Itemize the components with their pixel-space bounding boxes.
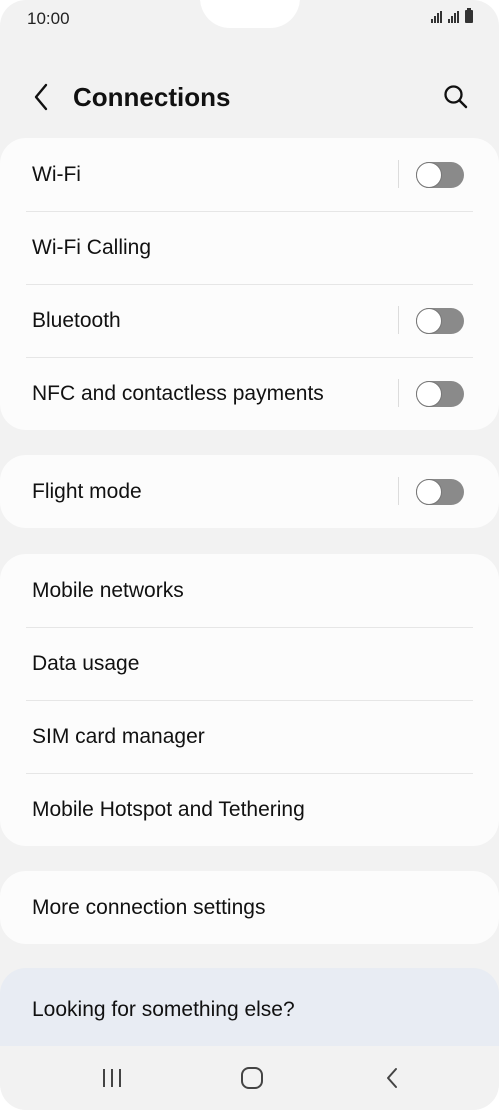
- setting-label: NFC and contactless payments: [32, 381, 324, 405]
- signal-icon: [431, 11, 442, 23]
- setting-row-hotspot[interactable]: Mobile Hotspot and Tethering: [0, 773, 499, 846]
- back-icon: [387, 1068, 397, 1088]
- search-button[interactable]: [441, 82, 471, 112]
- divider: [398, 306, 399, 334]
- flight-mode-toggle[interactable]: [416, 479, 464, 505]
- toggle-knob: [416, 162, 442, 188]
- setting-label: Wi-Fi Calling: [32, 235, 152, 259]
- setting-label: Wi-Fi: [32, 162, 81, 186]
- setting-row-sim-manager[interactable]: SIM card manager: [0, 700, 499, 773]
- setting-label: Bluetooth: [32, 308, 121, 332]
- back-nav-button[interactable]: [372, 1064, 412, 1092]
- nfc-toggle[interactable]: [416, 381, 464, 407]
- setting-label: More connection settings: [32, 895, 266, 919]
- back-button[interactable]: [28, 80, 54, 114]
- search-icon: [444, 85, 468, 109]
- app-header: Connections: [0, 70, 499, 124]
- phone-screen: 10:00 Connections Wi-Fi Wi-Fi Calling Bl…: [0, 0, 499, 1110]
- signal-icon: [448, 11, 459, 23]
- chevron-left-icon: [34, 83, 48, 111]
- navigation-bar: [0, 1046, 499, 1110]
- recent-apps-button[interactable]: [92, 1064, 132, 1092]
- bluetooth-toggle[interactable]: [416, 308, 464, 334]
- page-title: Connections: [73, 82, 231, 112]
- status-icons: [431, 8, 473, 23]
- setting-label: Mobile networks: [32, 578, 184, 602]
- toggle-knob: [416, 479, 442, 505]
- divider: [398, 477, 399, 505]
- status-time: 10:00: [27, 9, 70, 28]
- setting-row-mobile-networks[interactable]: Mobile networks: [0, 554, 499, 627]
- setting-label: SIM card manager: [32, 724, 205, 748]
- camera-notch: [200, 0, 300, 28]
- divider: [398, 379, 399, 407]
- setting-row-data-usage[interactable]: Data usage: [0, 627, 499, 700]
- setting-row-bluetooth[interactable]: Bluetooth: [0, 284, 499, 357]
- settings-group-flight: Flight mode: [0, 455, 499, 528]
- setting-row-flight-mode[interactable]: Flight mode: [0, 455, 499, 528]
- setting-row-wifi-calling[interactable]: Wi-Fi Calling: [0, 211, 499, 284]
- settings-group-mobile: Mobile networks Data usage SIM card mana…: [0, 554, 499, 846]
- setting-row-nfc[interactable]: NFC and contactless payments: [0, 357, 499, 430]
- toggle-knob: [416, 381, 442, 407]
- setting-label: Mobile Hotspot and Tethering: [32, 797, 305, 821]
- toggle-knob: [416, 308, 442, 334]
- divider: [398, 160, 399, 188]
- home-icon: [241, 1067, 263, 1089]
- wifi-toggle[interactable]: [416, 162, 464, 188]
- setting-label: Data usage: [32, 651, 140, 675]
- status-bar: 10:00: [0, 0, 499, 36]
- home-button[interactable]: [232, 1064, 272, 1092]
- setting-row-more-connection[interactable]: More connection settings: [0, 871, 499, 944]
- battery-icon: [465, 8, 473, 23]
- setting-label: Flight mode: [32, 479, 142, 503]
- recent-apps-icon: [103, 1069, 121, 1087]
- settings-group-more: More connection settings: [0, 871, 499, 944]
- suggestion-label: Looking for something else?: [32, 998, 295, 1021]
- settings-group-wireless: Wi-Fi Wi-Fi Calling Bluetooth NFC and co…: [0, 138, 499, 430]
- setting-row-wifi[interactable]: Wi-Fi: [0, 138, 499, 211]
